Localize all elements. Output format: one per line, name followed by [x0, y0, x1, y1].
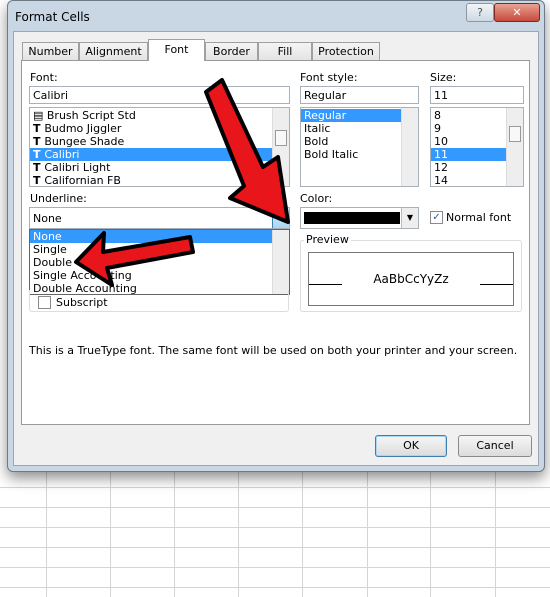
arrow-left	[74, 231, 195, 287]
arrow-down-right	[204, 78, 290, 224]
annotation-arrows	[74, 78, 290, 287]
